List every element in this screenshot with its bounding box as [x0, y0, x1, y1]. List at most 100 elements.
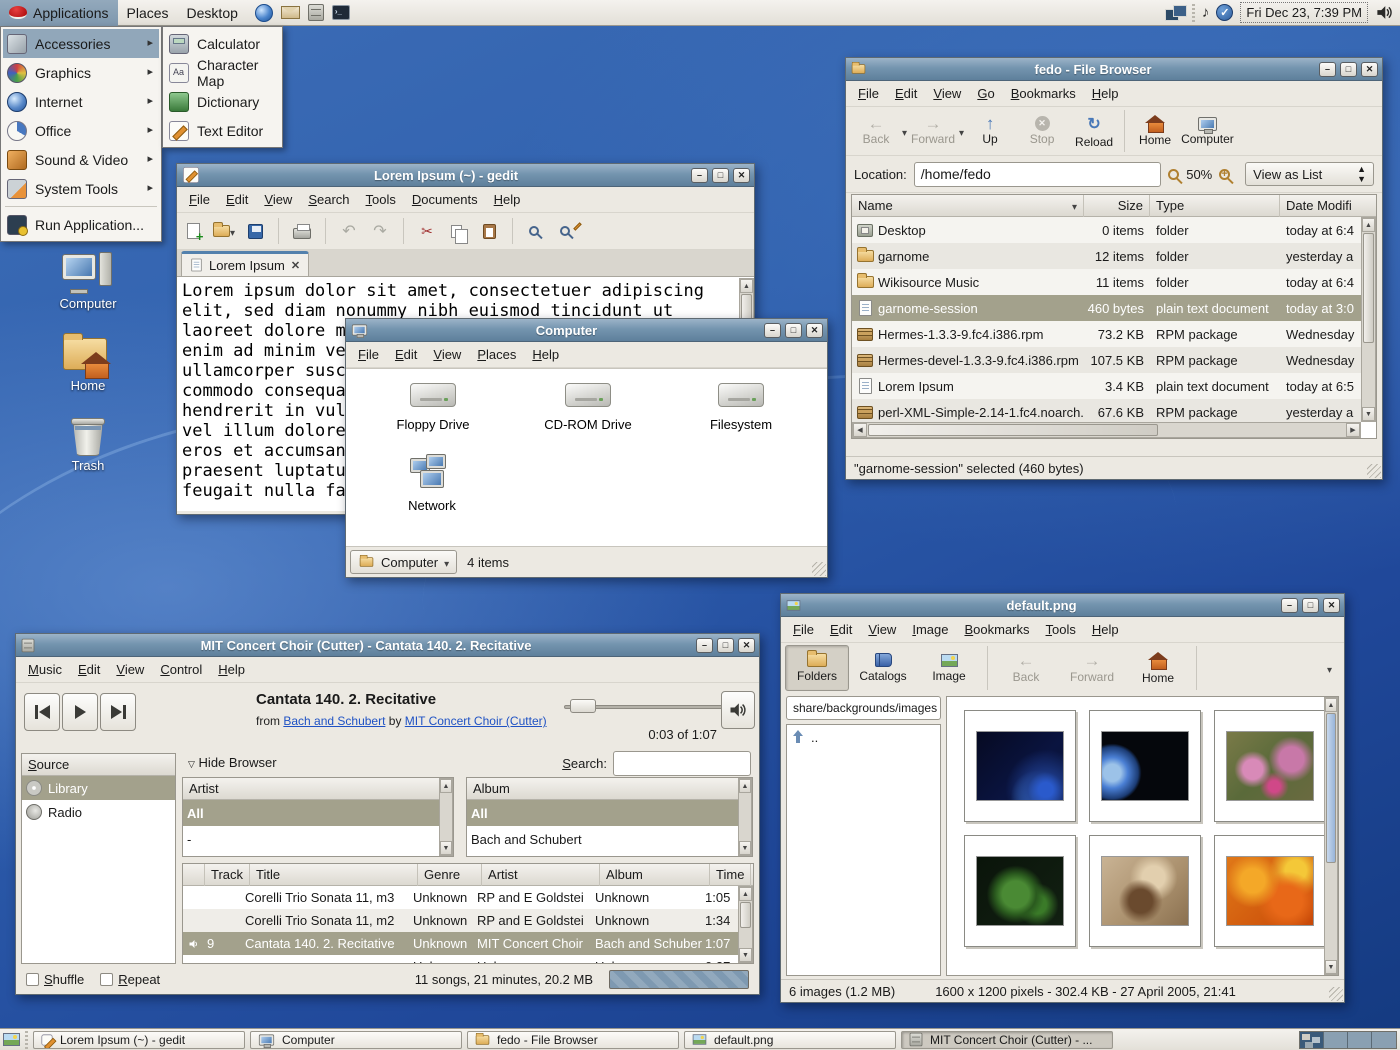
clock-applet[interactable]: Fri Dec 23, 7:39 PM [1240, 2, 1368, 23]
thumbnail-stone[interactable] [1089, 835, 1201, 947]
scroll-left-button[interactable] [853, 423, 867, 437]
back-button[interactable]: ←Back [850, 109, 902, 153]
scroll-down-button[interactable] [739, 841, 751, 855]
shuffle-checkbox[interactable]: Shuffle [26, 972, 84, 987]
cdrom-drive-item[interactable]: CD-ROM Drive [543, 383, 633, 432]
menu-view[interactable]: View [108, 658, 152, 681]
album-all[interactable]: All [467, 800, 752, 826]
file-manager-launcher-icon[interactable] [308, 4, 324, 21]
column-track[interactable]: Track [205, 864, 250, 886]
workspace-switcher[interactable] [1299, 1031, 1397, 1049]
task-button-rhythmbox[interactable]: MIT Concert Choir (Cutter) - ... [901, 1031, 1113, 1049]
artist-all[interactable]: All [183, 800, 453, 826]
thumbnail-pink-flowers[interactable] [1214, 710, 1326, 822]
file-row[interactable]: Lorem Ipsum3.4 KBplain text documenttoda… [852, 373, 1361, 399]
file-row[interactable]: garnome12 itemsfolderyesterday a [852, 243, 1361, 269]
scrollbar-thumb[interactable] [740, 902, 751, 928]
file-row[interactable]: Wikisource Music11 itemsfoldertoday at 6… [852, 269, 1361, 295]
image-button[interactable]: Image [917, 645, 981, 691]
updates-tray-icon[interactable] [1216, 4, 1233, 21]
open-dropdown-icon[interactable] [230, 224, 235, 239]
task-button-default-png[interactable]: default.png [684, 1031, 896, 1049]
scroll-up-button[interactable] [739, 887, 752, 901]
maximize-button[interactable] [717, 638, 734, 653]
forward-button[interactable]: →Forward [907, 109, 959, 153]
column-time[interactable]: Time [710, 864, 751, 886]
workspace-2[interactable] [1324, 1032, 1348, 1048]
menu-music[interactable]: Music [20, 658, 70, 681]
scrollbar-thumb[interactable] [1326, 713, 1336, 863]
path-input[interactable]: share/backgrounds/images [786, 696, 941, 720]
tab-lorem-ipsum[interactable]: Lorem Ipsum ✕ [181, 251, 309, 276]
scroll-up-button[interactable] [440, 779, 452, 793]
save-button[interactable] [243, 218, 267, 244]
menu-file[interactable]: File [850, 82, 887, 105]
home-button[interactable]: Home [1126, 645, 1190, 691]
menu-item-system-tools[interactable]: System Tools [3, 174, 159, 203]
view-as-dropdown[interactable]: View as List ▲▼ [1245, 162, 1374, 186]
zoom-in-icon[interactable] [1219, 169, 1230, 180]
close-button[interactable] [1361, 62, 1378, 77]
file-browser-titlebar[interactable]: fedo - File Browser [846, 58, 1382, 81]
thumbnail-earth[interactable] [1089, 710, 1201, 822]
replace-button[interactable] [555, 218, 579, 244]
file-list-horizontal-scrollbar[interactable] [852, 422, 1361, 438]
menu-image[interactable]: Image [904, 618, 956, 641]
workspace-4[interactable] [1372, 1032, 1396, 1048]
web-browser-launcher-icon[interactable] [255, 4, 273, 22]
rhythmbox-titlebar[interactable]: MIT Concert Choir (Cutter) - Cantata 140… [16, 634, 759, 657]
up-button[interactable]: ↑Up [964, 109, 1016, 153]
album-scrollbar[interactable] [738, 778, 752, 856]
tab-close-icon[interactable]: ✕ [291, 259, 300, 272]
close-button[interactable] [806, 323, 823, 338]
menu-documents[interactable]: Documents [404, 188, 486, 211]
stop-button[interactable]: Stop [1016, 109, 1068, 153]
hide-browser-toggle[interactable]: ▽ Hide Browser [188, 755, 277, 770]
maximize-button[interactable] [1302, 598, 1319, 613]
track-row[interactable]: Corelli Trio Sonata 11, m2UnknownRP and … [183, 909, 738, 932]
minimize-button[interactable] [764, 323, 781, 338]
menu-file[interactable]: File [785, 618, 822, 641]
minimize-button[interactable] [691, 168, 708, 183]
network-item[interactable]: Network [387, 454, 477, 513]
file-row[interactable]: Hermes-1.3.3-9.fc4.i386.rpm73.2 KBRPM pa… [852, 321, 1361, 347]
zoom-out-icon[interactable] [1168, 169, 1179, 180]
scroll-down-button[interactable] [739, 948, 752, 962]
menu-file[interactable]: File [350, 343, 387, 366]
album-link[interactable]: Bach and Schubert [283, 714, 385, 728]
menu-control[interactable]: Control [152, 658, 210, 681]
home-button[interactable]: Home [1129, 109, 1181, 153]
column-artist[interactable]: Artist [482, 864, 600, 886]
close-button[interactable] [733, 168, 750, 183]
desktop-menu-button[interactable]: Desktop [178, 0, 247, 26]
gedit-titlebar[interactable]: Lorem Ipsum (~) - gedit [177, 164, 754, 187]
maximize-button[interactable] [712, 168, 729, 183]
music-tray-icon[interactable] [1202, 4, 1210, 21]
scroll-right-button[interactable] [1346, 423, 1360, 437]
task-button-gedit[interactable]: Lorem Ipsum (~) - gedit [33, 1031, 245, 1049]
resize-grip[interactable] [1329, 987, 1343, 1001]
next-button[interactable] [100, 693, 136, 731]
menu-tools[interactable]: Tools [1038, 618, 1084, 641]
scroll-up-button[interactable] [1362, 218, 1375, 232]
file-row[interactable]: Hermes-devel-1.3.3-9.fc4.i386.rpm107.5 K… [852, 347, 1361, 373]
maximize-button[interactable] [1340, 62, 1357, 77]
volume-button[interactable] [721, 691, 755, 729]
thumbnail-orange-flowers[interactable] [1214, 835, 1326, 947]
new-document-button[interactable] [181, 218, 205, 244]
menu-search[interactable]: Search [300, 188, 357, 211]
thumbnail-fedora-wallpaper[interactable] [964, 710, 1076, 822]
artist-scrollbar[interactable] [439, 778, 453, 856]
album-item[interactable]: Bach and Schubert [467, 826, 752, 852]
menu-edit[interactable]: Edit [887, 82, 925, 105]
thumbnail-scrollbar[interactable] [1324, 697, 1338, 975]
artist-link[interactable]: MIT Concert Choir (Cutter) [405, 714, 547, 728]
workspace-1[interactable] [1300, 1032, 1324, 1048]
task-button-file-browser[interactable]: fedo - File Browser [467, 1031, 679, 1049]
menu-help[interactable]: Help [1084, 618, 1127, 641]
toolbar-overflow-icon[interactable] [1319, 661, 1340, 676]
menu-item-text-editor[interactable]: Text Editor [165, 116, 280, 145]
menu-help[interactable]: Help [1084, 82, 1127, 105]
menu-edit[interactable]: Edit [70, 658, 108, 681]
file-row-selected[interactable]: garnome-session460 bytesplain text docum… [852, 295, 1361, 321]
